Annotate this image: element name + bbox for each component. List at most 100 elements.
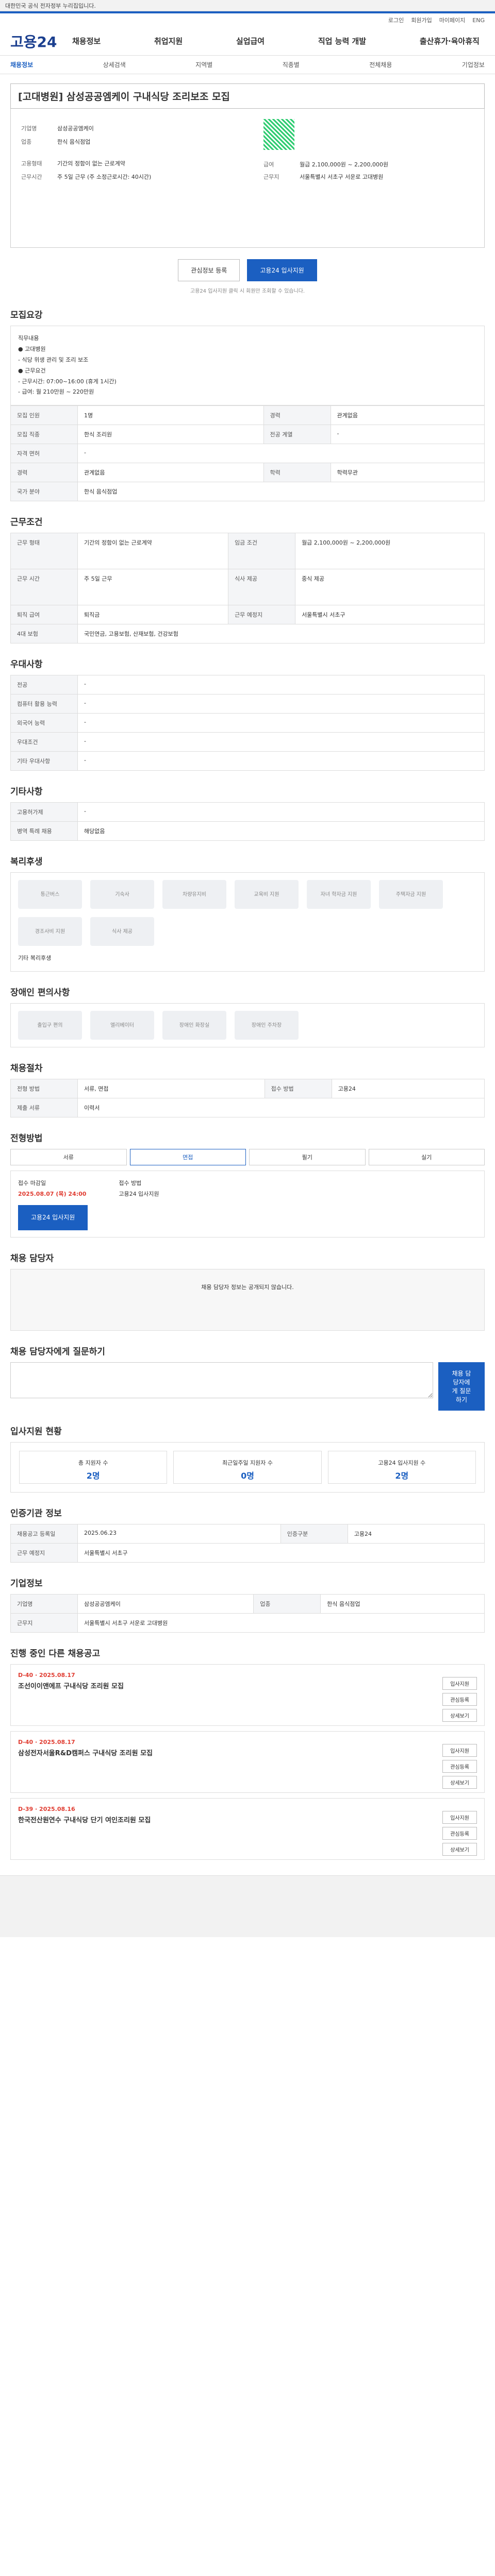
th: 기타 우대사항 <box>10 751 78 771</box>
section-title: 근무조건 <box>10 517 43 528</box>
similar-job[interactable]: D-40 · 2025.08.17 조선이이앤에프 구내식당 조리원 모집 입사… <box>10 1664 485 1726</box>
stat-value: 2명 <box>86 1471 100 1481</box>
inquiry-submit-button[interactable]: 채용 담당자에게 질문하기 <box>438 1362 485 1411</box>
td: 서울특별시 서초구 <box>77 1543 485 1563</box>
apply-button-2[interactable]: 고용24 입사지원 <box>18 1205 88 1230</box>
subnav-item[interactable]: 기업정보 <box>462 60 485 69</box>
td: - <box>77 751 485 771</box>
apply-button[interactable]: 고용24 입사지원 <box>247 259 317 281</box>
section-title: 모집요강 <box>10 310 43 320</box>
apply-button[interactable]: 입사지원 <box>442 1677 477 1690</box>
job-name[interactable]: 한국전산원연수 구내식당 단기 여인조리원 모집 <box>18 1815 477 1824</box>
td: 중식 제공 <box>295 569 485 606</box>
job-name[interactable]: 삼성전자서울R&D캠퍼스 구내식당 조리원 모집 <box>18 1748 477 1757</box>
company-name: 삼성공공엠케이 <box>57 125 94 132</box>
util-mypage[interactable]: 마이페이지 <box>439 16 466 24</box>
tab-interview[interactable]: 면접 <box>129 1149 246 1166</box>
apply-tabs: 서류 면접 필기 실기 <box>10 1149 485 1166</box>
detail-button[interactable]: 상세보기 <box>442 1709 477 1722</box>
similar-job[interactable]: D-39 · 2025.08.16 한국전산원연수 구내식당 단기 여인조리원 … <box>10 1798 485 1860</box>
gnb-item[interactable]: 채용정보 <box>72 36 101 46</box>
section-title: 기업정보 <box>10 1579 43 1589</box>
td: 삼성공공엠케이 <box>77 1594 254 1614</box>
stat-label: 총 지원자 수 <box>78 1460 108 1467</box>
inquiry-input[interactable] <box>10 1362 433 1399</box>
recruit-line: ● 근무요건 <box>18 367 46 374</box>
td: 학력무관 <box>330 463 485 483</box>
subnav-item[interactable]: 직종별 <box>283 60 300 69</box>
th: 근무 예정지 <box>228 605 296 625</box>
parking-icon: 장애인 주차장 <box>235 1011 299 1040</box>
car-icon: 차량유지비 <box>162 880 226 909</box>
deadline: 2025.08.07 (목) 24:00 <box>18 1191 87 1198</box>
label: 접수 마감일 <box>18 1180 46 1187</box>
scrap-button[interactable]: 관심등록 <box>442 1693 477 1706</box>
subnav-item[interactable]: 상세검색 <box>103 60 126 69</box>
wage: 월급 2,100,000원 ~ 2,200,000원 <box>300 161 389 168</box>
stat-label: 고용24 입사지원 수 <box>378 1460 426 1467</box>
welfare-note: 기타 복리후생 <box>18 955 52 962</box>
label: 고용형태 <box>21 160 42 167</box>
restroom-icon: 장애인 화장실 <box>162 1011 226 1040</box>
tab-practical[interactable]: 실기 <box>368 1149 485 1166</box>
recruit-line: 직무내용 <box>18 335 39 342</box>
label: 기업명 <box>21 125 37 132</box>
th: 퇴직 급여 <box>10 605 78 625</box>
apply-button[interactable]: 입사지원 <box>442 1744 477 1757</box>
dorm-icon: 기숙사 <box>90 880 154 909</box>
th: 근무지 <box>10 1613 78 1633</box>
tab-doc[interactable]: 서류 <box>10 1149 127 1166</box>
util-login[interactable]: 로그인 <box>388 16 404 24</box>
th: 우대조건 <box>10 732 78 752</box>
th: 전형 방법 <box>10 1079 78 1099</box>
subnav-item[interactable]: 전체채용 <box>369 60 392 69</box>
td: 한식 음식점업 <box>77 482 485 502</box>
scrap-button[interactable]: 관심등록 <box>442 1760 477 1773</box>
stat-value: 2명 <box>395 1471 409 1481</box>
detail-button[interactable]: 상세보기 <box>442 1776 477 1789</box>
th: 4대 보험 <box>10 624 78 644</box>
th: 경력 <box>10 463 78 483</box>
subnav-item[interactable]: 지역별 <box>195 60 212 69</box>
gnb-item[interactable]: 실업급여 <box>236 36 265 46</box>
label: 급여 <box>263 161 274 168</box>
td: 국민연금, 고용보험, 산재보험, 건강보험 <box>77 624 485 644</box>
stat-value: 0명 <box>241 1471 254 1481</box>
th: 접수 방법 <box>264 1079 332 1099</box>
section-title: 우대사항 <box>10 659 43 670</box>
detail-button[interactable]: 상세보기 <box>442 1843 477 1856</box>
section-title: 복리후생 <box>10 857 43 868</box>
util-eng[interactable]: ENG <box>472 17 485 24</box>
job-name[interactable]: 조선이이앤에프 구내식당 조리원 모집 <box>18 1681 477 1690</box>
house-icon: 주택자금 지원 <box>379 880 443 909</box>
stat-apply: 고용24 입사지원 수 2명 <box>327 1451 476 1484</box>
td: 2025.06.23 <box>77 1524 281 1544</box>
recruit-box: 직무내용 ● 고대병원 - 식당 위생 관리 및 조리 보조 ● 근무요건 - … <box>10 326 485 406</box>
util-join[interactable]: 회원가입 <box>411 16 432 24</box>
entrance-icon: 출입구 편의 <box>18 1011 82 1040</box>
process-table: 전형 방법 서류, 면접 접수 방법 고용24 제출 서류 이력서 <box>10 1079 485 1118</box>
gnb-item[interactable]: 직업 능력 개발 <box>318 36 366 46</box>
gnb-item[interactable]: 취업지원 <box>154 36 183 46</box>
td: 이력서 <box>77 1098 485 1118</box>
stat-week: 최근일주일 지원자 수 0명 <box>173 1451 322 1484</box>
gov-notice-bar: 대한민국 공식 전자정부 누리집입니다. <box>0 0 495 11</box>
util-nav: 로그인 회원가입 마이페이지 ENG <box>0 13 495 27</box>
action-buttons: 관심정보 등록 고용24 입사지원 <box>10 259 485 281</box>
gnb-item[interactable]: 출산휴가·육아휴직 <box>420 36 480 46</box>
apply-button[interactable]: 입사지원 <box>442 1811 477 1824</box>
th: 외국어 능력 <box>10 713 78 733</box>
label: 근무지 <box>263 174 279 180</box>
scrap-button[interactable]: 관심등록 <box>442 1827 477 1840</box>
job-deadline: D-40 · 2025.08.17 <box>18 1739 75 1746</box>
tab-written[interactable]: 필기 <box>249 1149 366 1166</box>
td: 기간의 정함이 없는 근로계약 <box>77 533 229 570</box>
section-title: 장애인 편의사항 <box>10 988 70 998</box>
scrap-button[interactable]: 관심정보 등록 <box>178 259 240 281</box>
td: 월급 2,100,000원 ~ 2,200,000원 <box>295 533 485 570</box>
th: 고용허가제 <box>10 802 78 822</box>
subnav-item[interactable]: 채용정보 <box>10 60 33 69</box>
td: - <box>77 732 485 752</box>
similar-job[interactable]: D-40 · 2025.08.17 삼성전자서울R&D캠퍼스 구내식당 조리원 … <box>10 1731 485 1793</box>
logo[interactable]: 고용24 <box>10 31 72 52</box>
